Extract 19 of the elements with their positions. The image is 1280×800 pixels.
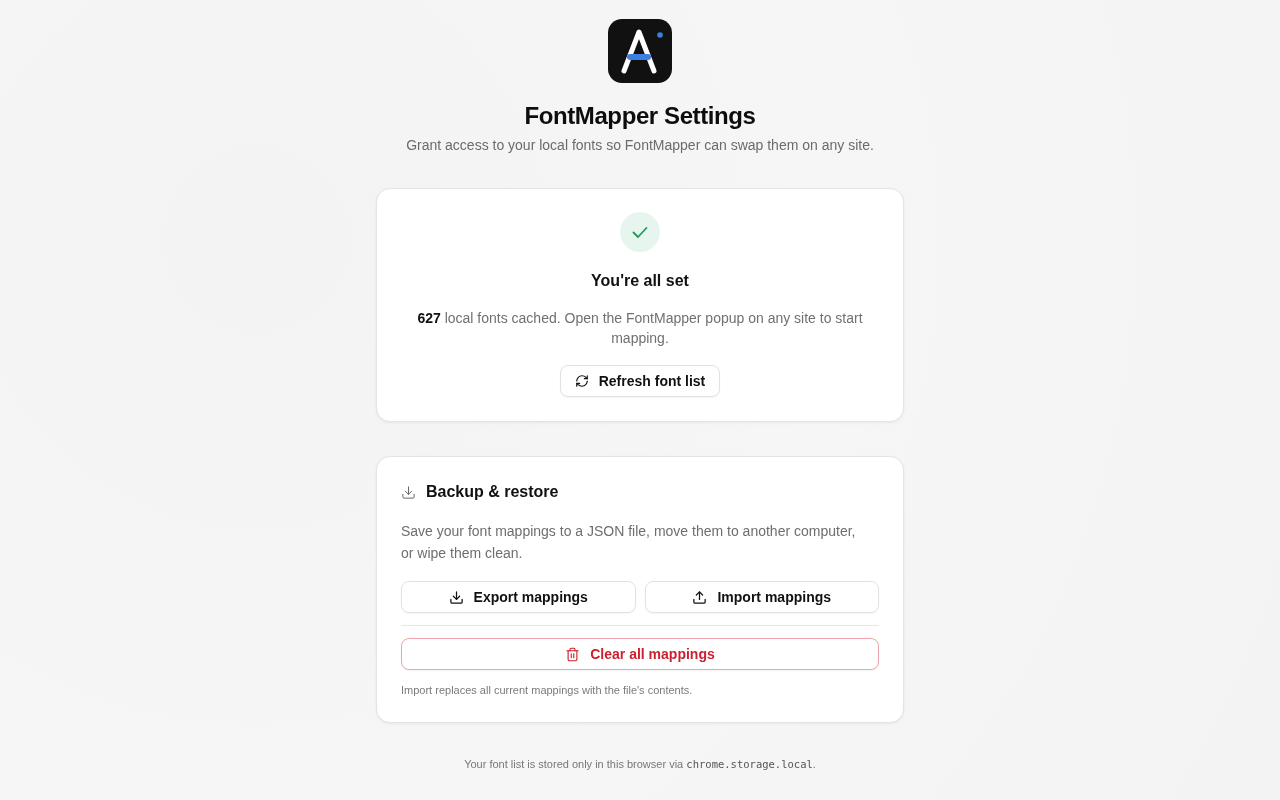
export-button[interactable]: Export mappings	[401, 581, 636, 613]
section-title: Backup & restore	[426, 482, 559, 502]
app-logo	[608, 19, 672, 83]
check-icon	[620, 212, 660, 252]
clear-button[interactable]: Clear all mappings	[401, 638, 879, 670]
status-title: You're all set	[591, 271, 689, 291]
download-icon	[448, 589, 464, 605]
trash-icon	[565, 646, 581, 662]
upload-icon	[692, 589, 708, 605]
section-description: Save your font mappings to a JSON file, move them to another computer, or wipe them clean.	[401, 522, 857, 563]
download-icon	[401, 484, 416, 500]
import-note: Import replaces all current mappings with the file's contents.	[401, 683, 694, 698]
page-subtitle: Grant access to your local fonts so FontMapper can swap them on any site.	[406, 136, 874, 155]
status-message: 627 local fonts cached. Open the FontMapper popup on any site to start mapping.	[416, 309, 864, 348]
page-title: FontMapper Settings	[524, 102, 756, 130]
refresh-icon	[574, 374, 589, 388]
storage-note: Your font list is stored only in this browser via chrome.storage.local.	[464, 757, 816, 772]
import-button[interactable]: Import mappings	[644, 581, 879, 613]
refresh-button[interactable]: Refresh font list	[559, 365, 721, 397]
